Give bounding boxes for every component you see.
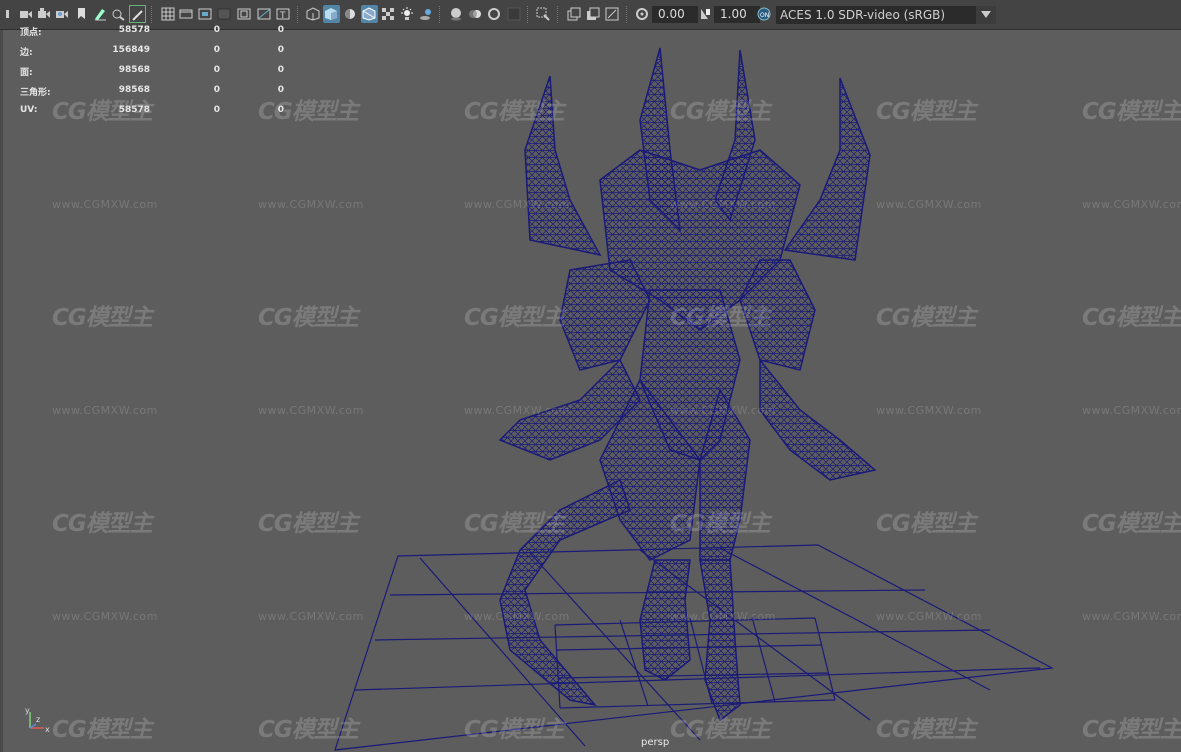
hud-total: 156849 xyxy=(112,45,150,55)
hud-selected: 0 xyxy=(213,25,220,35)
watermark-logo: CG模型主 xyxy=(464,305,565,331)
hud-total: 58578 xyxy=(118,105,150,115)
watermark-url: www.CGMXW.com xyxy=(670,198,776,211)
watermark-logo: CG模型主 xyxy=(1082,99,1181,125)
watermark-logo: CG模型主 xyxy=(1082,511,1181,537)
watermark-url: www.CGMXW.com xyxy=(52,404,158,417)
watermark-logo: CG模型主 xyxy=(876,99,977,125)
axis-x-label: x xyxy=(45,725,50,734)
axis-y-label: y xyxy=(25,706,30,715)
watermark-logo: CG模型主 xyxy=(670,717,771,743)
watermark-logo: CG模型主 xyxy=(464,99,565,125)
hud-label: UV: xyxy=(20,105,38,115)
watermark-logo: CG模型主 xyxy=(258,717,359,743)
hud-total: 98568 xyxy=(118,85,150,95)
watermark-url: www.CGMXW.com xyxy=(1082,404,1181,417)
watermark-url: www.CGMXW.com xyxy=(464,610,570,623)
watermark-logo: CG模型主 xyxy=(464,717,565,743)
hud-label: 顶点: xyxy=(20,28,42,38)
hud-selected: 0 xyxy=(213,105,220,115)
view-axis-indicator: y x z xyxy=(22,706,52,740)
watermark-url: www.CGMXW.com xyxy=(1082,198,1181,211)
watermark-logo: CG模型主 xyxy=(52,305,153,331)
watermark-url: www.CGMXW.com xyxy=(52,198,158,211)
viewport-canvas[interactable] xyxy=(0,0,1181,752)
watermark-url: www.CGMXW.com xyxy=(258,610,364,623)
watermark-logo: CG模型主 xyxy=(670,305,771,331)
hud-total: 98568 xyxy=(118,65,150,75)
watermark-url: www.CGMXW.com xyxy=(876,404,982,417)
watermark-url: www.CGMXW.com xyxy=(258,404,364,417)
watermark-url: www.CGMXW.com xyxy=(670,610,776,623)
hud-component: 0 xyxy=(277,45,284,55)
watermark-url: www.CGMXW.com xyxy=(670,404,776,417)
axis-z-label: z xyxy=(36,715,40,724)
watermark-logo: CG模型主 xyxy=(876,305,977,331)
camera-name-label: persp xyxy=(641,737,670,748)
hud-component: 0 xyxy=(277,25,284,35)
hud-component: 0 xyxy=(277,105,284,115)
watermark-logo: CG模型主 xyxy=(52,511,153,537)
hud-label: 面: xyxy=(20,68,33,78)
watermark-url: www.CGMXW.com xyxy=(876,610,982,623)
watermark-logo: CG模型主 xyxy=(876,511,977,537)
hud-selected: 0 xyxy=(213,65,220,75)
watermark-logo: CG模型主 xyxy=(670,511,771,537)
hud-selected: 0 xyxy=(213,45,220,55)
watermark-logo: CG模型主 xyxy=(258,305,359,331)
watermark-url: www.CGMXW.com xyxy=(258,198,364,211)
hud-component: 0 xyxy=(277,65,284,75)
watermark-logo: CG模型主 xyxy=(876,717,977,743)
watermark-logo: CG模型主 xyxy=(52,717,153,743)
watermark-url: www.CGMXW.com xyxy=(1082,610,1181,623)
watermark-logo: CG模型主 xyxy=(1082,717,1181,743)
watermark-logo: CG模型主 xyxy=(1082,305,1181,331)
hud-selected: 0 xyxy=(213,85,220,95)
hud-label: 边: xyxy=(20,48,33,58)
watermark-url: www.CGMXW.com xyxy=(52,610,158,623)
watermark-url: www.CGMXW.com xyxy=(876,198,982,211)
hud-label: 三角形: xyxy=(20,88,51,98)
watermark-logo: CG模型主 xyxy=(464,511,565,537)
watermark-logo: CG模型主 xyxy=(670,99,771,125)
watermark-url: www.CGMXW.com xyxy=(464,404,570,417)
watermark-url: www.CGMXW.com xyxy=(464,198,570,211)
hud-total: 58578 xyxy=(118,25,150,35)
hud-component: 0 xyxy=(277,85,284,95)
watermark-logo: CG模型主 xyxy=(258,511,359,537)
